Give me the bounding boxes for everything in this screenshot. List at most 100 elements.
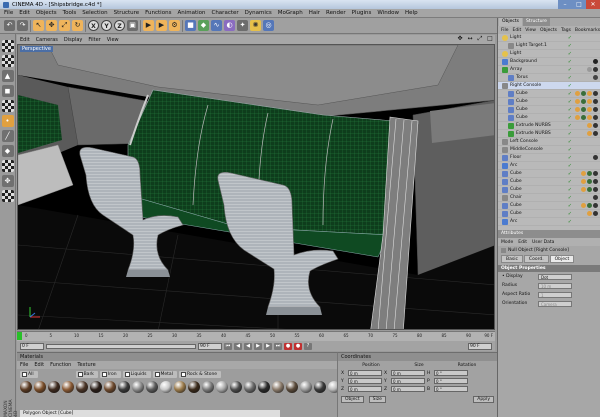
material-tag-icon[interactable] [581,99,586,104]
menu-item-character[interactable]: Character [211,10,238,16]
camera-icon[interactable]: ◎ [263,20,274,31]
objects-menu-file[interactable]: File [501,28,509,33]
material-tag-icon[interactable] [593,179,598,184]
attr-tab-basic[interactable]: Basic [501,255,523,263]
object-row[interactable]: Cube ✓ [498,178,600,186]
polygon-mode-icon[interactable]: ◆ [1,145,14,157]
viewport-menu-view[interactable]: View [107,37,119,43]
material-tag-icon[interactable] [587,203,592,208]
object-row[interactable]: Arc ✓ [498,218,600,226]
visibility-check-icon[interactable]: ✓ [568,51,572,57]
material-tag-icon[interactable] [587,211,592,216]
attr-tab-object[interactable]: Object [549,255,575,263]
material-swatch[interactable] [188,381,200,393]
material-tag-icon[interactable] [593,187,598,192]
point-mode-icon[interactable]: • [1,115,14,127]
material-tag-icon[interactable] [593,115,598,120]
edge-mode-icon[interactable]: ╱ [1,130,14,142]
material-swatch[interactable] [132,381,144,393]
visibility-check-icon[interactable]: ✓ [568,211,572,217]
previous-key-icon[interactable]: ◀ [234,342,242,350]
material-filter-rock-stone[interactable]: Rock & Stone [178,371,222,378]
visibility-check-icon[interactable]: ✓ [568,107,572,113]
move-view-icon[interactable]: ✥ [456,35,464,43]
rotation-b-input[interactable]: 0 ° [434,386,468,392]
object-row[interactable]: Cube ✓ [498,210,600,218]
object-row[interactable]: Chair ✓ [498,194,600,202]
material-tag-icon[interactable] [575,99,580,104]
go-to-start-icon[interactable]: ⏮ [224,342,232,350]
filter-checkbox[interactable] [22,372,27,377]
visibility-check-icon[interactable]: ✓ [568,43,572,49]
visibility-check-icon[interactable]: ✓ [568,91,572,97]
spline-icon[interactable]: ∿ [211,20,222,31]
visibility-check-icon[interactable]: ✓ [568,123,572,129]
materials-menu-function[interactable]: Function [50,362,71,368]
viewport-menu-filter[interactable]: Filter [88,37,100,43]
object-row[interactable]: Torus ✓ [498,74,600,82]
position-z-input[interactable]: 0 m [348,386,382,392]
material-tag-icon[interactable] [581,203,586,208]
light-icon[interactable]: ✺ [250,20,261,31]
tweak-mode-icon[interactable]: ✥ [1,175,14,187]
menu-item-structure[interactable]: Structure [114,10,140,16]
object-row[interactable]: Cube ✓ [498,98,600,106]
material-tag-icon[interactable] [593,123,598,128]
visibility-check-icon[interactable]: ✓ [568,99,572,105]
help-icon[interactable]: ? [304,342,312,350]
close-button[interactable]: ✕ [586,0,600,9]
object-row[interactable]: Left Console ✓ [498,138,600,146]
menu-item-window[interactable]: Window [377,10,399,16]
toggle-view-icon[interactable]: □ [486,35,494,43]
object-row[interactable]: Cube ✓ [498,90,600,98]
nurbs-icon[interactable]: ◆ [198,20,209,31]
material-filter-iron[interactable]: Iron [99,371,121,378]
material-swatch[interactable] [20,381,32,393]
menu-item-help[interactable]: Help [405,10,418,16]
material-swatch[interactable] [314,381,326,393]
rotate-icon[interactable]: ↻ [72,20,83,31]
material-tag-icon[interactable] [581,171,586,176]
object-row[interactable]: Extrude NURBS ✓ [498,130,600,138]
z-axis-toggle[interactable]: Z [114,20,125,31]
maximize-button[interactable]: □ [572,0,586,9]
material-tag-icon[interactable] [593,67,598,72]
menu-item-objects[interactable]: Objects [36,10,57,16]
frame-range-slider[interactable] [46,343,196,349]
material-swatch[interactable] [90,381,102,393]
visibility-check-icon[interactable]: ✓ [568,83,572,89]
material-tag-icon[interactable] [581,179,586,184]
cube-icon[interactable]: ■ [185,20,196,31]
material-swatch[interactable] [272,381,284,393]
object-row[interactable]: Light Target.1 ✓ [498,42,600,50]
visibility-check-icon[interactable]: ✓ [568,179,572,185]
visibility-check-icon[interactable]: ✓ [568,163,572,169]
material-swatch[interactable] [202,381,214,393]
viewport-menu-edit[interactable]: Edit [20,37,30,43]
property-value-field[interactable]: Camera [538,300,572,307]
material-tag-icon[interactable] [587,187,592,192]
tab-structure[interactable]: Structure [523,18,550,26]
attributes-menu-edit[interactable]: Edit [518,240,527,245]
material-tag-icon[interactable] [593,171,598,176]
object-row[interactable]: Light ✓ [498,34,600,42]
visibility-check-icon[interactable]: ✓ [568,187,572,193]
material-swatch[interactable] [244,381,256,393]
current-frame-indicator[interactable] [17,332,22,340]
material-swatch[interactable] [174,381,186,393]
scale-icon[interactable]: ⤢ [59,20,70,31]
material-swatch[interactable] [118,381,130,393]
timeline-ruler[interactable]: 0 5 10 15 20 25 30 35 40 45 50 55 60 65 70 75 80 85 90 90 F [17,331,495,341]
material-tag-icon[interactable] [587,171,592,176]
next-key-icon[interactable]: ▶ [264,342,272,350]
material-tag-icon[interactable] [587,123,592,128]
position-x-input[interactable]: 0 m [348,370,382,376]
tab-objects[interactable]: Objects [499,18,523,26]
object-row[interactable]: Background ✓ [498,58,600,66]
perspective-viewport[interactable]: Perspective [17,44,495,330]
material-swatch[interactable] [48,381,60,393]
material-tag-icon[interactable] [593,91,598,96]
texture-axis-icon[interactable] [1,100,14,112]
end-frame-field[interactable]: 90 F [468,342,492,350]
material-swatch[interactable] [34,381,46,393]
